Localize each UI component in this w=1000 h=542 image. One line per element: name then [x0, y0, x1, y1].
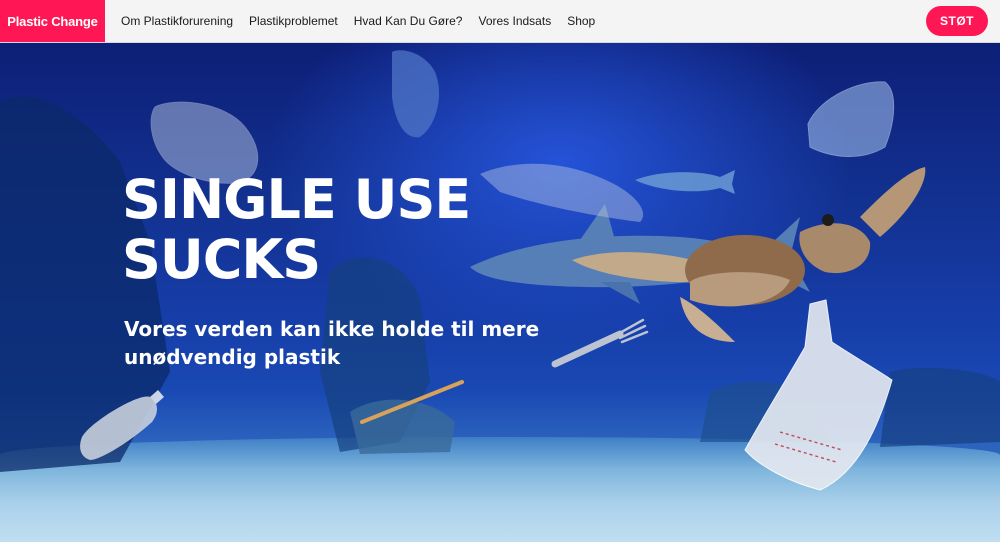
nav-item-plastikproblemet[interactable]: Plastikproblemet [249, 14, 338, 28]
nav-item-om-plastikforurening[interactable]: Om Plastikforurening [121, 14, 233, 28]
logo[interactable]: Plastic Change [0, 0, 105, 42]
nav-item-hvad-kan-du-gore[interactable]: Hvad Kan Du Gøre? [354, 14, 463, 28]
nav-item-shop[interactable]: Shop [567, 14, 595, 28]
hero-section: SINGLE USE SUCKS Vores verden kan ikke h… [0, 42, 1000, 542]
plastic-fork-graphic [551, 318, 649, 368]
hero-headline: SINGLE USE SUCKS [122, 168, 471, 291]
hero-subheadline: Vores verden kan ikke holde til mere unø… [124, 317, 540, 369]
underwater-scene-image [0, 50, 1000, 491]
support-button[interactable]: STØT [926, 6, 988, 36]
nav-item-vores-indsats[interactable]: Vores Indsats [478, 14, 551, 28]
main-nav: Om Plastikforurening Plastikproblemet Hv… [121, 14, 611, 28]
site-header: Plastic Change Om Plastikforurening Plas… [0, 0, 1000, 43]
